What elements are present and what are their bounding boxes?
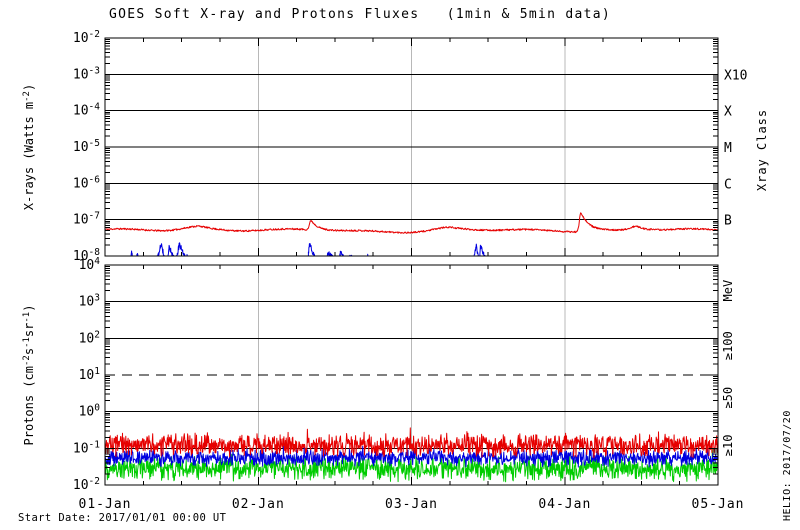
xray-class-label: B xyxy=(724,214,732,229)
proton-energy-label: MeV xyxy=(721,280,735,302)
exponent: -3 xyxy=(89,65,100,76)
label-segment: ) xyxy=(22,305,36,312)
xray-y-tick-label: 10-3 xyxy=(73,65,100,82)
xray-class-label: M xyxy=(724,141,732,156)
proton-y-tick-label: 103 xyxy=(79,293,100,310)
proton-y-tick-label: 10-2 xyxy=(73,476,100,493)
exponent: -1 xyxy=(89,439,101,450)
label-segment: -1 xyxy=(22,337,32,348)
x-tick-label: 04-Jan xyxy=(538,497,591,512)
xray-y-tick-label: 10-6 xyxy=(73,174,100,191)
chart-svg: 10-210-310-410-510-610-710-8104103102101… xyxy=(0,0,800,530)
label-segment: Protons (cm xyxy=(22,366,36,445)
proton-y-tick-label: 102 xyxy=(79,329,100,346)
exponent: -4 xyxy=(89,102,101,113)
x-tick-label: 01-Jan xyxy=(79,497,132,512)
x-tick-label: 03-Jan xyxy=(385,497,438,512)
goes-flux-plot-page: GOES Soft X-ray and Protons Fluxes (1min… xyxy=(0,0,800,530)
exponent: 4 xyxy=(94,256,100,267)
exponent: -6 xyxy=(89,174,101,185)
xray-class-label: X10 xyxy=(724,68,747,83)
gridlines-layer xyxy=(105,38,718,485)
label-segment: -2 xyxy=(22,91,32,102)
proton-y-tick-label: 10-1 xyxy=(73,439,100,456)
xray-y-tick-label: 10-7 xyxy=(73,211,100,228)
x-tick-label: 02-Jan xyxy=(232,497,285,512)
start-date-label: Start Date: 2017/01/01 00:00 UT xyxy=(18,512,226,524)
helio-watermark: HELIO: 2017/07/20 xyxy=(782,410,793,521)
axis-labels-layer: 10-210-310-410-510-610-710-8104103102101… xyxy=(22,29,747,512)
proton-y-tick-label: 104 xyxy=(79,256,101,273)
exponent: 0 xyxy=(94,403,100,414)
proton-axis-title: Protons (cm-2s-1sr-1) xyxy=(22,305,36,446)
label-segment: ) xyxy=(22,84,36,91)
xray-class-label: C xyxy=(724,177,732,192)
exponent: -5 xyxy=(89,138,100,149)
exponent: -2 xyxy=(89,476,100,487)
label-segment: -2 xyxy=(22,355,32,366)
xray-axis-title: X-rays (Watts m-2) xyxy=(22,84,36,210)
x-tick-label: 05-Jan xyxy=(692,497,745,512)
xray-short-wavelength-series xyxy=(131,243,485,256)
xray-y-tick-label: 10-2 xyxy=(73,29,100,46)
xray-class-axis-title: Xray Class xyxy=(755,109,769,191)
label-segment: X-rays (Watts m xyxy=(22,102,36,210)
xray-y-tick-label: 10-5 xyxy=(73,138,100,155)
proton-energy-label: ≥100 xyxy=(721,331,735,360)
exponent: -2 xyxy=(89,29,100,40)
exponent: 3 xyxy=(94,293,100,304)
proton-energy-label: ≥50 xyxy=(721,387,735,409)
exponent: -7 xyxy=(89,211,100,222)
proton-y-tick-label: 100 xyxy=(79,403,101,420)
xray-y-tick-label: 10-4 xyxy=(73,102,100,119)
label-segment: s xyxy=(22,348,36,355)
xray-class-label: X xyxy=(724,105,732,120)
proton-y-tick-label: 101 xyxy=(79,366,101,383)
label-segment: sr xyxy=(22,323,36,337)
proton-energy-label: ≥10 xyxy=(721,435,735,457)
label-segment: -1 xyxy=(22,312,32,323)
exponent: 1 xyxy=(94,366,100,377)
exponent: 2 xyxy=(94,329,100,340)
